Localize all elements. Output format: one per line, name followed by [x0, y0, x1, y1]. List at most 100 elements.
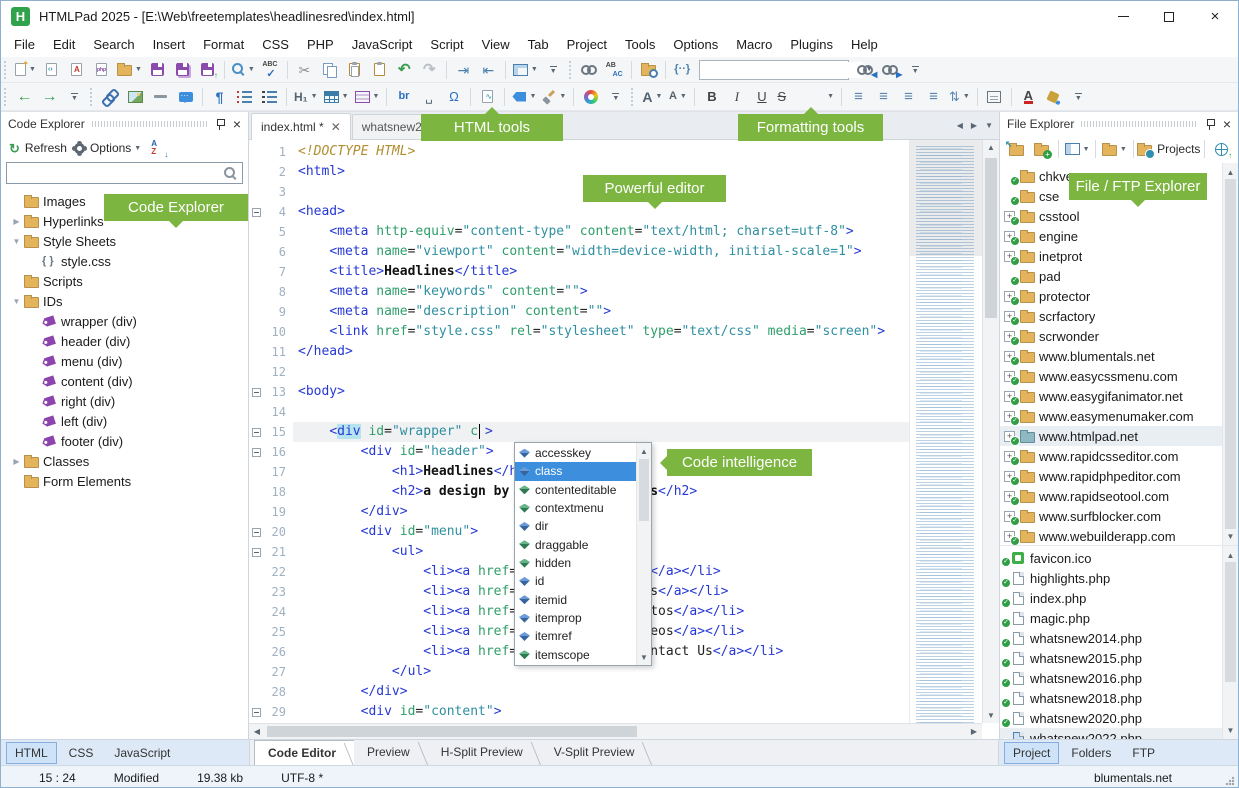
menu-edit[interactable]: Edit	[44, 34, 84, 55]
view-tab-preview[interactable]: Preview	[354, 740, 428, 765]
insert-comment-button[interactable]	[174, 86, 197, 108]
undo-button[interactable]: ↶	[393, 59, 416, 81]
code-line-content[interactable]: <meta name="description" content="">	[293, 302, 909, 322]
tree-item-form-elements[interactable]: Form Elements	[1, 471, 248, 491]
new-document-button[interactable]: ▼	[13, 59, 38, 81]
close-button[interactable]: ×	[1192, 1, 1238, 32]
autocomplete-item-draggable[interactable]: draggable	[515, 536, 636, 554]
new-folder-button[interactable]	[1030, 138, 1053, 160]
doc-tab-css[interactable]: CSS	[60, 742, 103, 764]
find-next-button[interactable]: ▶	[879, 59, 902, 81]
new-text-button[interactable]	[65, 59, 88, 81]
vertical-scrollbar[interactable]: ▲ ▼	[982, 140, 999, 723]
autocomplete-item-class[interactable]: class	[515, 462, 636, 480]
expander-icon[interactable]: ▶	[9, 457, 24, 466]
color-picker-button[interactable]	[579, 86, 602, 108]
refresh-button[interactable]: ↻ Refresh	[7, 137, 69, 159]
code-line-content[interactable]: <title>Headlines</title>	[293, 262, 909, 282]
panel-tab-ftp[interactable]: FTP	[1123, 742, 1164, 764]
scroll-up-icon[interactable]: ▲	[983, 140, 999, 155]
menu-css[interactable]: CSS	[253, 34, 298, 55]
panel-drag-handle[interactable]	[92, 121, 208, 127]
menu-help[interactable]: Help	[842, 34, 887, 55]
code-line-content[interactable]: <div id="content">	[293, 702, 909, 722]
scroll-down-icon[interactable]: ▼	[983, 708, 999, 723]
increase-font-button[interactable]: A▼	[640, 86, 664, 108]
file-item-whatsnew2016-php[interactable]: ✓whatsnew2016.php	[1000, 668, 1222, 688]
view-tab-code-editor[interactable]: Code Editor	[254, 740, 354, 765]
tab-list-icon[interactable]: ▼	[985, 121, 993, 130]
tree-item-scripts[interactable]: Scripts	[1, 271, 248, 291]
insert-image-button[interactable]	[124, 86, 147, 108]
menu-insert[interactable]: Insert	[144, 34, 195, 55]
autocomplete-item-contextmenu[interactable]: contextmenu	[515, 499, 636, 517]
tree-item-style-sheets[interactable]: ▼Style Sheets	[1, 231, 248, 251]
file-item-magic-php[interactable]: ✓magic.php	[1000, 608, 1222, 628]
pin-icon[interactable]	[215, 118, 225, 130]
fold-collapse-icon[interactable]	[252, 388, 261, 397]
code-line-content[interactable]: <div id="wrapper" c>	[293, 422, 909, 442]
insert-form-button[interactable]: ▼	[353, 86, 382, 108]
autocomplete-item-contenteditable[interactable]: contenteditable	[515, 481, 636, 499]
fold-collapse-icon[interactable]	[252, 208, 261, 217]
code-line-content[interactable]: <link href="style.css" rel="stylesheet" …	[293, 322, 909, 342]
tree-item-wrapper-div-[interactable]: wrapper (div)	[1, 311, 248, 331]
pin-icon[interactable]	[1205, 118, 1215, 130]
folder-item-www-surfblocker-com[interactable]: +✓www.surfblocker.com	[1000, 506, 1222, 526]
tab-scroll-right-icon[interactable]: ▶	[971, 121, 977, 130]
tree-item-classes[interactable]: ▶Classes	[1, 451, 248, 471]
folder-item-scrwonder[interactable]: +✓scrwonder	[1000, 326, 1222, 346]
format-painter-button[interactable]: ▼	[540, 86, 568, 108]
fold-collapse-icon[interactable]	[252, 428, 261, 437]
vertical-scrollbar-thumb[interactable]	[985, 158, 997, 318]
autocomplete-item-id[interactable]: id	[515, 572, 636, 590]
menu-project[interactable]: Project	[558, 34, 616, 55]
search-button[interactable]: ▼	[230, 59, 257, 81]
copy-button[interactable]	[318, 59, 341, 81]
autocomplete-item-hidden[interactable]: hidden	[515, 554, 636, 572]
new-php-button[interactable]	[90, 59, 113, 81]
expander-icon[interactable]: ▶	[9, 217, 24, 226]
align-left-button[interactable]: ≡	[847, 86, 870, 108]
scroll-down-icon[interactable]: ▼	[1223, 723, 1238, 737]
folder-tree-scrollbar[interactable]: ▲ ▼	[1222, 163, 1238, 545]
scroll-up-icon[interactable]: ▲	[1223, 548, 1238, 562]
search-toolbar-overflow[interactable]: ▼	[904, 60, 927, 80]
toolbar-grip[interactable]	[631, 88, 634, 106]
autocomplete-scrollbar[interactable]: ▲ ▼	[636, 443, 651, 665]
replace-button[interactable]	[603, 59, 626, 81]
maximize-button[interactable]	[1146, 1, 1192, 32]
doc-tab-javascript[interactable]: JavaScript	[105, 742, 179, 764]
tab-scroll-left-icon[interactable]: ◀	[957, 121, 963, 130]
indent-button[interactable]: ⇥	[452, 59, 475, 81]
tree-item-style-css[interactable]: { }style.css	[1, 251, 248, 271]
folder-item-pad[interactable]: ✓pad	[1000, 266, 1222, 286]
paste-button[interactable]	[343, 59, 366, 81]
options-button[interactable]: Options ▼	[72, 137, 143, 159]
expander-icon[interactable]: ▼	[9, 237, 24, 246]
menu-search[interactable]: Search	[84, 34, 143, 55]
navigate-forward-button[interactable]: →	[38, 86, 61, 108]
tree-item-ids[interactable]: ▼IDs	[1, 291, 248, 311]
expander-icon[interactable]: ▼	[9, 297, 24, 306]
nbsp-button[interactable]: ␣	[417, 86, 440, 108]
folders-button[interactable]: ▼	[1101, 138, 1127, 160]
unordered-list-button[interactable]	[233, 86, 256, 108]
parent-folder-button[interactable]	[1005, 138, 1028, 160]
autocomplete-item-accesskey[interactable]: accesskey	[515, 444, 636, 462]
fold-collapse-icon[interactable]	[252, 528, 261, 537]
file-item-whatsnew2018-php[interactable]: ✓whatsnew2018.php	[1000, 688, 1222, 708]
file-item-highlights-php[interactable]: ✓highlights.php	[1000, 568, 1222, 588]
close-panel-icon[interactable]: ×	[233, 118, 241, 130]
folder-item-www-rapidcsseditor-com[interactable]: +✓www.rapidcsseditor.com	[1000, 446, 1222, 466]
view-tab-h-split-preview[interactable]: H-Split Preview	[428, 740, 541, 765]
folder-item-www-webuilderapp-com[interactable]: +✓www.webuilderapp.com	[1000, 526, 1222, 545]
insert-hr-button[interactable]	[149, 86, 172, 108]
align-center-button[interactable]: ≡	[872, 86, 895, 108]
doc-tab-html[interactable]: HTML	[6, 742, 57, 764]
italic-button[interactable]: I	[725, 86, 748, 108]
close-panel-icon[interactable]: ×	[1223, 118, 1231, 130]
panel-tab-folders[interactable]: Folders	[1062, 742, 1120, 764]
menu-php[interactable]: PHP	[298, 34, 343, 55]
folder-item-www-blumentals-net[interactable]: +✓www.blumentals.net	[1000, 346, 1222, 366]
